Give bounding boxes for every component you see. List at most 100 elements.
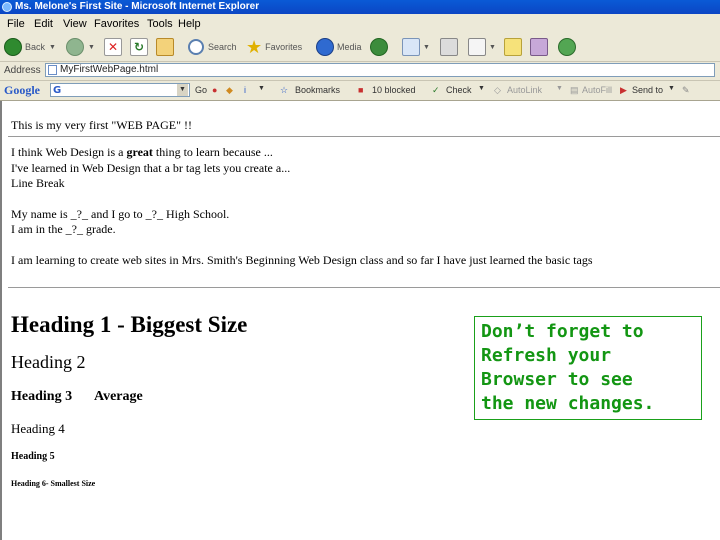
research-button[interactable] (530, 37, 548, 57)
paragraph-line: My name is _?_ and I go to _?_ High Scho… (11, 207, 230, 221)
home-icon (156, 38, 174, 56)
note-line: the new changes. (481, 393, 655, 414)
menu-file[interactable]: File (7, 18, 25, 30)
text-segment: I think Web Design is a (11, 145, 124, 159)
popup-blocker-icon: ■ (358, 85, 364, 95)
send-to-icon: ▶ (620, 85, 627, 95)
stop-icon: ✕ (104, 38, 122, 56)
dropdown-arrow-icon[interactable]: ▼ (177, 84, 188, 96)
heading-2: Heading 2 (11, 352, 86, 372)
popup-blocked-count[interactable]: 10 blocked (372, 85, 416, 95)
pagerank-icon[interactable]: ◆ (226, 85, 233, 96)
dropdown-arrow-icon[interactable]: ▼ (668, 85, 675, 92)
note-icon (504, 38, 522, 56)
paragraph-line: I am learning to create web sites in Mrs… (11, 253, 593, 267)
menu-help[interactable]: Help (178, 18, 201, 30)
dropdown-arrow-icon[interactable]: ▼ (258, 85, 265, 92)
news-icon[interactable]: ● (212, 85, 217, 95)
back-label: Back (25, 42, 46, 52)
google-logo[interactable]: Google (4, 83, 40, 98)
heading-5: Heading 5 (11, 451, 55, 462)
history-button[interactable] (370, 37, 388, 57)
print-button[interactable] (440, 37, 458, 57)
text-segment: thing to learn because ... (155, 145, 273, 159)
send-to-button[interactable]: Send to (632, 85, 663, 95)
autolink-button[interactable]: AutoLink (507, 85, 542, 95)
favorites-button[interactable]: ★ Favorites (246, 37, 302, 57)
messenger-icon (558, 38, 576, 56)
google-g-icon: G (53, 85, 62, 96)
intro-line: This is my very first "WEB PAGE" !! (11, 118, 193, 132)
heading-6: Heading 6- Smallest Size (11, 479, 96, 488)
forward-button[interactable]: ▼ (66, 37, 95, 57)
address-label: Address (4, 65, 41, 76)
standard-toolbar: Back ▼ ▼ ✕ ↻ Search ★ Favorites Media ▼ … (0, 34, 720, 62)
history-icon (370, 38, 388, 56)
refresh-button[interactable]: ↻ (130, 37, 148, 57)
research-icon (530, 38, 548, 56)
mail-button[interactable]: ▼ (402, 37, 430, 57)
address-value: MyFirstWebPage.html (60, 64, 159, 75)
menu-edit[interactable]: Edit (34, 18, 53, 30)
note-line: Browser to see (481, 369, 633, 390)
google-search-input[interactable]: G ▼ (50, 83, 190, 97)
search-icon (188, 39, 204, 55)
paragraph-line: I've learned in Web Design that a br tag… (11, 161, 291, 175)
google-go-button[interactable]: Go (195, 85, 207, 95)
horizontal-rule (8, 136, 720, 137)
menu-bar: File Edit View Favorites Tools Help (0, 14, 720, 35)
page-icon (48, 65, 57, 75)
dropdown-arrow-icon: ▼ (88, 43, 95, 51)
search-label: Search (208, 42, 237, 52)
autofill-button[interactable]: AutoFill (582, 85, 612, 95)
dropdown-arrow-icon[interactable]: ▼ (556, 85, 563, 92)
paragraph-line: I am in the _?_ grade. (11, 222, 116, 236)
menu-tools[interactable]: Tools (147, 18, 173, 30)
back-arrow-icon (4, 38, 22, 56)
mail-icon (402, 38, 420, 56)
forward-arrow-icon (66, 38, 84, 56)
heading-3-extra: Average (94, 389, 143, 404)
autolink-icon: ◇ (494, 85, 501, 95)
info-icon[interactable]: i (244, 85, 246, 95)
bookmark-star-icon: ☆ (280, 85, 289, 95)
dropdown-arrow-icon: ▼ (423, 43, 430, 51)
heading-1: Heading 1 - Biggest Size (11, 312, 248, 337)
refresh-icon: ↻ (130, 38, 148, 56)
heading-4: Heading 4 (11, 421, 65, 436)
dropdown-arrow-icon[interactable]: ▼ (478, 85, 485, 92)
back-button[interactable]: Back ▼ (4, 37, 56, 57)
bookmarks-button[interactable]: Bookmarks (295, 85, 340, 95)
star-icon: ★ (246, 37, 263, 57)
menu-favorites[interactable]: Favorites (94, 18, 139, 30)
stop-button[interactable]: ✕ (104, 37, 122, 57)
google-toolbar: Google G ▼ Go ● ◆ i ▼ ☆ Bookmarks ■ 10 b… (0, 81, 720, 101)
refresh-reminder-note: Don’t forget to Refresh your Browser to … (474, 316, 702, 420)
paragraph-line: Line Break (11, 176, 65, 190)
dropdown-arrow-icon: ▼ (489, 43, 496, 51)
autofill-icon: ▤ (570, 85, 579, 95)
media-button[interactable]: Media (316, 37, 362, 57)
discuss-button[interactable] (504, 37, 522, 57)
heading-3: Heading 3 (11, 389, 73, 404)
home-button[interactable] (156, 37, 174, 57)
dropdown-arrow-icon: ▼ (49, 43, 56, 51)
bold-text: great (126, 145, 153, 159)
address-input[interactable]: MyFirstWebPage.html (45, 63, 715, 77)
media-icon (316, 38, 334, 56)
edit-button[interactable]: ▼ (468, 37, 496, 57)
highlighter-icon[interactable]: ✎ (682, 85, 690, 96)
messenger-button[interactable] (558, 37, 576, 57)
note-line: Don’t forget to (481, 321, 644, 342)
menu-view[interactable]: View (63, 18, 87, 30)
favorites-label: Favorites (265, 42, 303, 52)
title-bar: Ms. Melone's First Site - Microsoft Inte… (0, 0, 720, 14)
edit-icon (468, 38, 486, 56)
check-button[interactable]: Check (446, 85, 472, 95)
search-button[interactable]: Search (188, 37, 237, 57)
spellcheck-icon: ✓ (432, 85, 440, 95)
paragraph-line: I think Web Design is a great thing to l… (11, 145, 273, 159)
horizontal-rule (8, 287, 720, 288)
media-label: Media (337, 42, 362, 52)
window-title: Ms. Melone's First Site - Microsoft Inte… (15, 1, 260, 12)
